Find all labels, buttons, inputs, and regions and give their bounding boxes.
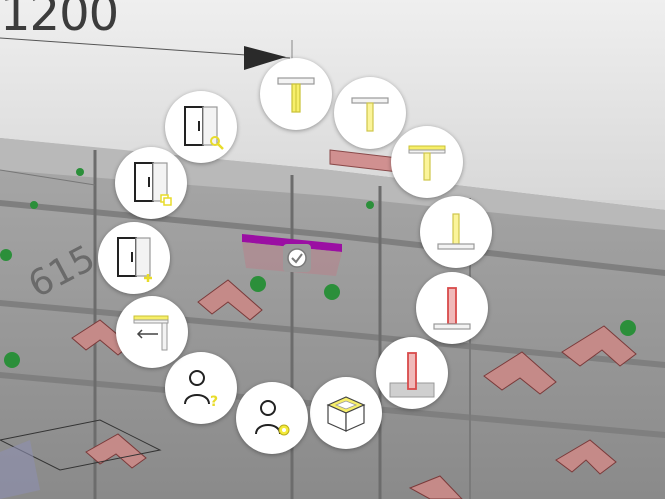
marker[interactable]	[30, 201, 38, 209]
wardrobe-add-icon	[117, 237, 152, 282]
cabinet-box-button[interactable]	[310, 377, 382, 449]
wardrobe-copy-icon	[134, 162, 172, 206]
marker[interactable]	[0, 249, 12, 261]
wardrobe-add-button[interactable]	[98, 222, 170, 294]
marker[interactable]	[76, 168, 84, 176]
side-panel-base-icon	[389, 352, 435, 398]
top-panel-rail-icon	[408, 145, 446, 181]
bottom-panel-button[interactable]	[420, 196, 492, 268]
top-panel-narrow-button[interactable]	[334, 77, 406, 149]
wardrobe-search-icon	[184, 106, 224, 150]
top-panel-icon	[277, 77, 315, 113]
wardrobe-search-button[interactable]	[165, 91, 237, 163]
dimension-label-top: 1200	[0, 0, 119, 42]
wardrobe-copy-button[interactable]	[115, 147, 187, 219]
insert-top-rail-icon	[133, 315, 169, 351]
side-panel-base-button[interactable]	[376, 337, 448, 409]
side-panel-red-icon	[433, 287, 471, 330]
svg-text:?: ?	[210, 394, 218, 410]
marker[interactable]	[366, 201, 374, 209]
check-icon	[287, 248, 307, 268]
bottom-panel-icon	[437, 213, 475, 250]
check-marker[interactable]	[283, 244, 311, 272]
marker[interactable]	[4, 352, 20, 368]
marker[interactable]	[620, 320, 636, 336]
user-help-icon: ?	[184, 370, 218, 410]
marker[interactable]	[250, 276, 266, 292]
user-settings-button[interactable]	[236, 382, 308, 454]
user-help-button[interactable]: ?	[165, 352, 237, 424]
top-panel-rail-button[interactable]	[391, 126, 463, 198]
marker[interactable]	[324, 284, 340, 300]
top-panel-button[interactable]	[260, 58, 332, 130]
user-settings-icon	[255, 400, 290, 436]
side-panel-red-button[interactable]	[416, 272, 488, 344]
insert-top-rail-button[interactable]	[116, 296, 188, 368]
cabinet-box-icon	[326, 396, 366, 432]
top-panel-narrow-icon	[351, 97, 389, 132]
